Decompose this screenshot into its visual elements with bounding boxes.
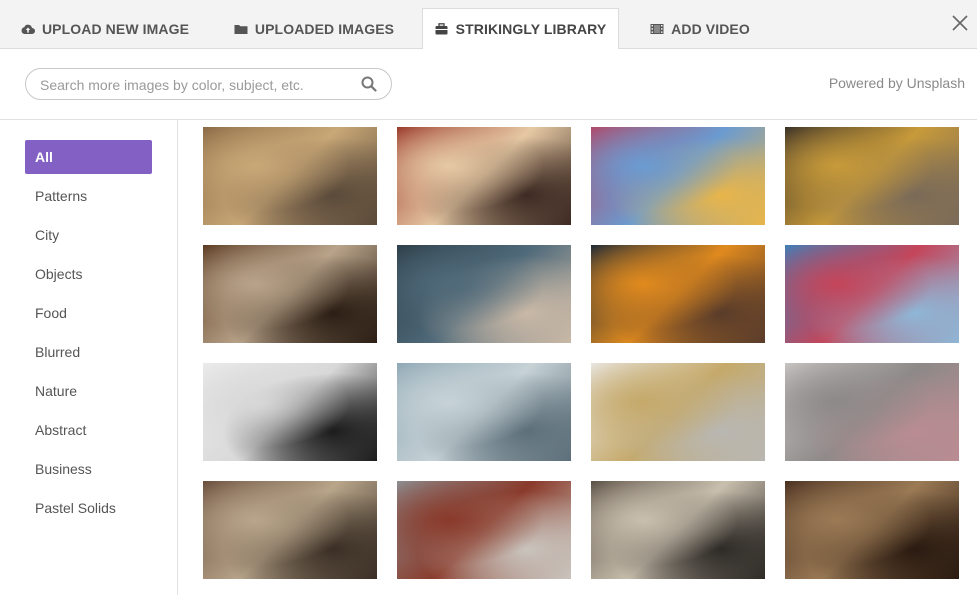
category-business[interactable]: Business xyxy=(25,452,152,486)
tab-upload-new-image[interactable]: UPLOAD NEW IMAGE xyxy=(12,8,198,49)
category-sidebar: All Patterns City Objects Food Blurred N… xyxy=(0,120,178,595)
category-city[interactable]: City xyxy=(25,218,152,252)
tab-strikingly-library[interactable]: STRIKINGLY LIBRARY xyxy=(422,8,619,50)
image-thumbnail-vintage-tools[interactable] xyxy=(785,481,959,579)
image-thumbnail-subway-train[interactable] xyxy=(785,127,959,225)
tab-bar: UPLOAD NEW IMAGE UPLOADED IMAGES STRIKIN… xyxy=(0,0,977,50)
image-thumbnail-crab-trap-buoys[interactable] xyxy=(785,245,959,343)
category-abstract[interactable]: Abstract xyxy=(25,413,152,447)
image-thumbnail-alarm-clock[interactable] xyxy=(591,363,765,461)
image-thumbnail-cafe-street[interactable] xyxy=(203,245,377,343)
image-thumbnail-hands-with-camera[interactable] xyxy=(397,245,571,343)
tab-label: UPLOAD NEW IMAGE xyxy=(41,20,190,37)
image-thumbnail-drafting-tools[interactable] xyxy=(591,481,765,579)
image-thumbnail-wall-lamp[interactable] xyxy=(203,363,377,461)
film-icon xyxy=(650,22,664,36)
image-thumbnail-record-player[interactable] xyxy=(785,363,959,461)
tab-label: UPLOADED IMAGES xyxy=(254,20,395,37)
category-blurred[interactable]: Blurred xyxy=(25,335,152,369)
category-nature[interactable]: Nature xyxy=(25,374,152,408)
image-thumbnail-miniature-village[interactable] xyxy=(397,127,571,225)
tab-add-video[interactable]: ADD VIDEO xyxy=(640,8,760,49)
category-all[interactable]: All xyxy=(25,140,152,174)
category-patterns[interactable]: Patterns xyxy=(25,179,152,213)
cloud-upload-icon xyxy=(21,22,35,36)
image-thumbnail-rusty-gear[interactable] xyxy=(591,245,765,343)
briefcase-icon xyxy=(435,22,449,36)
search-field[interactable] xyxy=(25,68,392,100)
category-pastel-solids[interactable]: Pastel Solids xyxy=(25,491,152,525)
category-objects[interactable]: Objects xyxy=(25,257,152,291)
category-food[interactable]: Food xyxy=(25,296,152,330)
search-icon[interactable] xyxy=(361,76,377,92)
image-grid xyxy=(203,127,963,595)
close-icon[interactable] xyxy=(949,12,971,34)
image-thumbnail-cactus-pot[interactable] xyxy=(203,481,377,579)
folder-icon xyxy=(234,22,248,36)
tab-label: ADD VIDEO xyxy=(671,20,750,37)
image-thumbnail-street-mural[interactable] xyxy=(591,127,765,225)
powered-by-unsplash[interactable]: Powered by Unsplash xyxy=(829,75,965,91)
image-thumbnail-padlocks-on-fence[interactable] xyxy=(397,481,571,579)
image-thumbnail-map-in-hands[interactable] xyxy=(397,363,571,461)
tab-label: STRIKINGLY LIBRARY xyxy=(455,21,607,37)
tab-uploaded-images[interactable]: UPLOADED IMAGES xyxy=(226,8,402,49)
search-input[interactable] xyxy=(40,75,350,95)
search-bar-row: Powered by Unsplash xyxy=(0,49,977,120)
image-thumbnail-train-station-hall[interactable] xyxy=(203,127,377,225)
